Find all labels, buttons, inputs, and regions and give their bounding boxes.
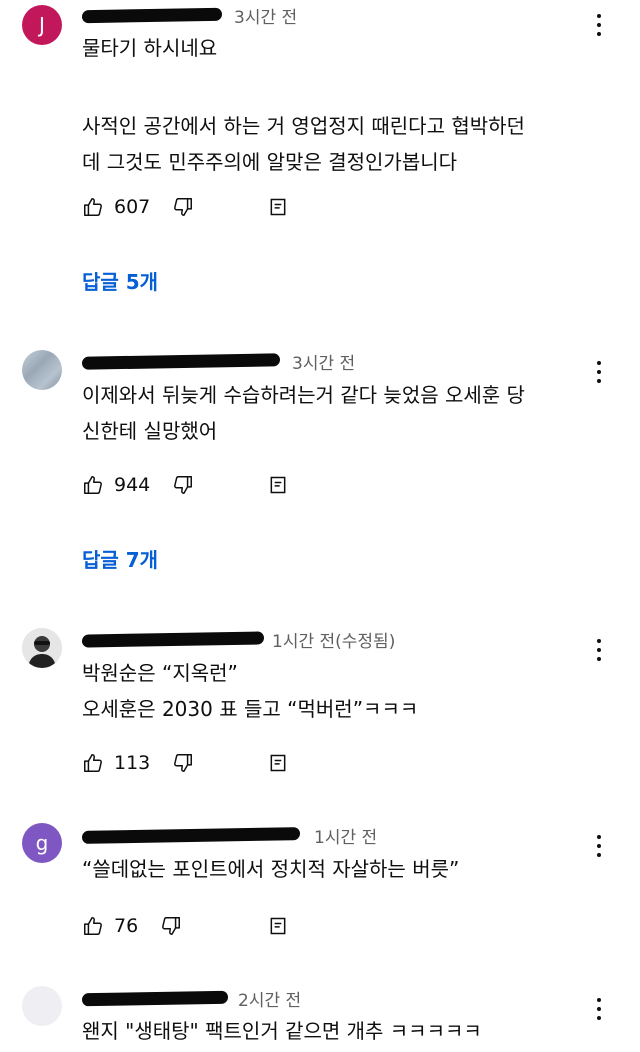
comment-line: 사적인 공간에서 하는 거 영업정지 때린다고 협박하던 [82,114,525,138]
thumbs-down-icon [174,476,193,494]
comment-text: “쓸데없는 포인트에서 정치적 자살하는 버릇” [82,851,602,887]
replies-button[interactable]: 답글 7개 [82,544,158,573]
comment-line: 박원순은 “지옥런” [82,661,238,685]
comment-time: 1시간 전 [314,827,378,848]
dislike-button[interactable] [172,474,194,496]
avatar[interactable] [22,628,62,668]
comment-actions: 113 [82,748,194,778]
comment-header: 3시간 전 [82,3,298,28]
thumbs-down-icon [174,198,193,216]
reply-icon[interactable] [268,916,288,936]
like-count: 607 [114,196,151,218]
dislike-button[interactable] [172,752,194,774]
reply-icon[interactable] [268,197,288,217]
dislike-button[interactable] [160,915,182,937]
avatar[interactable] [22,350,62,390]
like-count: 76 [114,915,139,937]
reply-icon[interactable] [268,753,288,773]
reply-icon[interactable] [268,475,288,495]
like-count: 944 [114,474,151,496]
redacted-username [82,630,264,648]
like-button[interactable]: 76 [82,915,138,937]
replies-button[interactable]: 답글 5개 [82,266,158,295]
comment-header: 1시간 전(수정됨) [82,627,396,652]
redacted-username [82,352,280,370]
comment-line: 왠지 "생태탕" 팩트인거 같으면 개추 ㅋㅋㅋㅋㅋ [82,1019,482,1043]
comment-line: 데 그것도 민주주의에 알맞은 결정인가봅니다 [82,150,458,174]
thumbs-up-icon [84,198,102,216]
thumbs-up-icon [84,476,102,494]
comment-header: 3시간 전 [82,349,356,374]
dislike-button[interactable] [172,196,194,218]
like-count: 113 [114,752,151,774]
redacted-username [82,990,228,1006]
thumbs-down-icon [162,917,181,935]
comment-actions: 944 [82,470,194,500]
thumbs-up-icon [84,917,102,935]
thumbs-up-icon [84,754,102,772]
avatar[interactable] [22,986,62,1026]
comment-line: 오세훈은 2030 표 들고 “먹버런”ㅋㅋㅋ [82,697,419,721]
like-button[interactable]: 944 [82,474,150,496]
comment-line [82,66,602,102]
comment-header: 2시간 전 [82,986,302,1011]
comment-time: 1시간 전(수정됨) [272,631,396,652]
comment-header: 1시간 전 [82,823,378,848]
comment-text: 물타기 하시네요사적인 공간에서 하는 거 영업정지 때린다고 협박하던데 그것… [82,30,602,180]
comment-time: 3시간 전 [234,7,298,28]
avatar-letter: g [35,831,49,855]
redacted-username [82,826,300,844]
comment-text: 박원순은 “지옥런” 오세훈은 2030 표 들고 “먹버런”ㅋㅋㅋ [82,655,602,727]
avatar[interactable]: J [22,5,62,45]
like-button[interactable]: 607 [82,196,150,218]
comment-line: “쓸데없는 포인트에서 정치적 자살하는 버릇” [82,857,460,881]
comment-line: 이제와서 뒤늦게 수습하려는거 같다 늦었음 오세훈 당 [82,383,525,407]
like-button[interactable]: 113 [82,752,150,774]
comment-time: 3시간 전 [292,353,356,374]
redacted-username [82,7,222,23]
comment-time: 2시간 전 [238,990,302,1011]
avatar-letter: J [39,13,45,37]
avatar[interactable]: g [22,823,62,863]
comment-actions: 607 [82,192,194,222]
comment-line: 신한테 실망했어 [82,419,218,443]
profile-photo [22,628,62,668]
comment-actions: 76 [82,911,182,941]
comment-text: 왠지 "생태탕" 팩트인거 같으면 개추 ㅋㅋㅋㅋㅋ [82,1013,602,1049]
comment-text: 이제와서 뒤늦게 수습하려는거 같다 늦었음 오세훈 당신한테 실망했어 [82,377,602,449]
comment-line: 물타기 하시네요 [82,36,218,60]
thumbs-down-icon [174,754,193,772]
